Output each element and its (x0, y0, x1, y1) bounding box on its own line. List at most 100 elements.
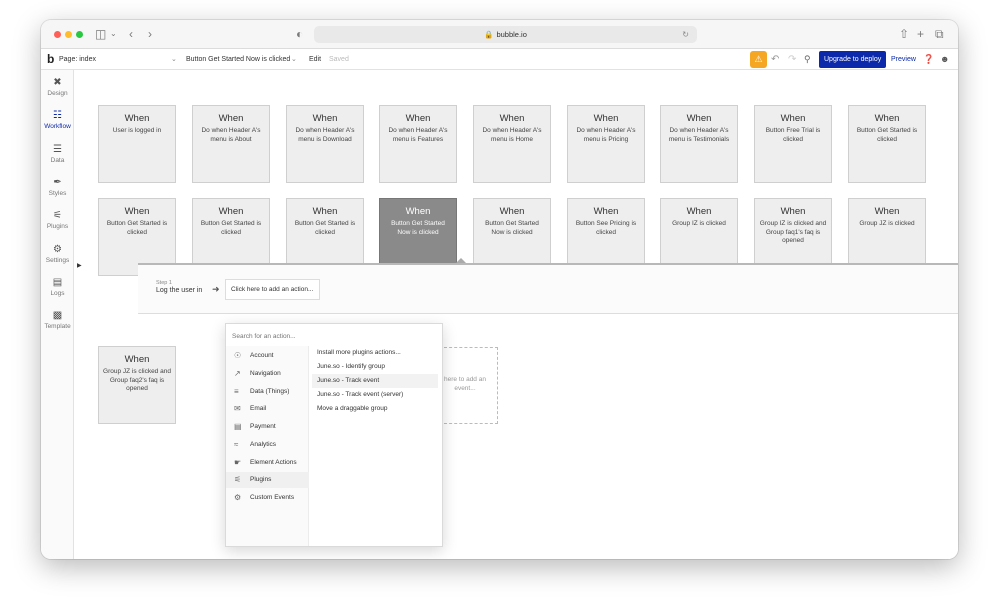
sidebar-item-label: Settings (45, 257, 70, 264)
event-card-title: When (218, 206, 244, 217)
address-bar[interactable]: 🔒 bubble.io ↻ (314, 26, 697, 43)
plugins-icon: ⚟ (234, 475, 242, 484)
event-card-title: When (405, 113, 431, 124)
category-label: Email (250, 405, 267, 412)
action-option[interactable]: June.so - Track event (server) (317, 388, 443, 402)
action-option[interactable]: June.so - Identify group (317, 360, 443, 374)
undo-icon[interactable]: ↶ (771, 49, 779, 70)
privacy-shield-icon[interactable]: ◐ (296, 26, 303, 42)
event-selector[interactable]: Button Get Started Now is clicked (186, 49, 290, 70)
data-icon: ☰ (53, 144, 62, 155)
event-card[interactable]: When Do when Header A's menu is Testimoni… (660, 105, 738, 183)
event-card-title: When (593, 206, 619, 217)
step-number: Step 1 (156, 280, 172, 286)
event-card[interactable]: When Do when Header A's menu is Home (473, 105, 551, 183)
category-label: Plugins (250, 476, 272, 483)
sidebar-item-styles[interactable]: ✒ Styles (41, 176, 74, 197)
plugins-icon: ⚟ (53, 210, 62, 221)
action-picker-dropdown: ☉ Account ↗ Navigation ≡ Data (Things) ✉ Ema… (225, 323, 443, 547)
sidebar-item-label: Logs (50, 290, 65, 297)
category-data[interactable]: ≡ Data (Things) (226, 384, 309, 400)
browser-toolbar: ◫ ⌄ ‹ › ◐ 🔒 bubble.io ↻ ⇧ + ⧉ (41, 20, 958, 49)
page-selector[interactable]: Page: index (59, 49, 96, 70)
category-account[interactable]: ☉ Account (226, 348, 309, 364)
action-option[interactable]: June.so - Track event (312, 374, 438, 388)
help-icon[interactable]: ❓ (923, 49, 934, 70)
event-card[interactable]: When User is logged in (98, 105, 176, 183)
sidebar-item-data[interactable]: ☰ Data (41, 143, 74, 164)
event-card-title: When (124, 113, 150, 124)
edit-menu[interactable]: Edit (309, 49, 321, 70)
event-card-text: Do when Header A's menu is Testimonials (668, 127, 730, 143)
back-icon[interactable]: ‹ (129, 26, 133, 42)
save-status: Saved (329, 56, 349, 63)
event-card[interactable]: When Group JZ is clicked and Group faq2's… (98, 346, 176, 424)
category-analytics[interactable]: ≈ Analytics (226, 437, 309, 453)
event-card-title: When (780, 113, 806, 124)
category-email[interactable]: ✉ Email (226, 401, 309, 417)
upgrade-button[interactable]: Upgrade to deploy (819, 51, 887, 68)
action-search-input[interactable] (232, 330, 438, 344)
sidebar-item-logs[interactable]: ▤ Logs (41, 276, 74, 297)
action-category-list: ☉ Account ↗ Navigation ≡ Data (Things) ✉ Ema… (226, 346, 309, 546)
sidebar-toggle-icon[interactable]: ◫ (95, 26, 106, 42)
database-icon: ≡ (234, 387, 239, 396)
category-label: Payment (250, 423, 276, 430)
event-card-title: When (686, 206, 712, 217)
issues-icon[interactable]: ⚠ (750, 51, 767, 68)
event-card[interactable]: When Do when Header A's menu is Download (286, 105, 364, 183)
reload-icon[interactable]: ↻ (682, 26, 689, 43)
chevron-down-icon[interactable]: ⌄ (171, 49, 177, 70)
minimize-window-button[interactable] (65, 31, 72, 38)
event-card[interactable]: When Do when Header A's menu is Features (379, 105, 457, 183)
event-card-title: When (124, 206, 150, 217)
event-card[interactable]: When Button Free Trial is clicked (754, 105, 832, 183)
category-navigation[interactable]: ↗ Navigation (226, 366, 309, 382)
action-option[interactable]: Install more plugins actions... (317, 346, 443, 360)
redo-icon[interactable]: ↷ (788, 49, 796, 70)
category-label: Analytics (250, 441, 277, 448)
chevron-down-icon[interactable]: ⌄ (291, 49, 297, 70)
sidebar-item-settings[interactable]: ⚙ Settings (41, 243, 74, 264)
sidebar-item-label: Template (44, 323, 71, 330)
event-card-title: When (405, 206, 431, 217)
event-card-title: When (218, 113, 244, 124)
step-label[interactable]: Log the user in (156, 287, 202, 294)
template-icon: ▩ (52, 310, 63, 321)
chevron-down-icon[interactable]: ⌄ (110, 26, 117, 42)
category-custom-events[interactable]: ⚙ Custom Events (226, 490, 309, 506)
sidebar-item-design[interactable]: ✖ Design (41, 76, 74, 97)
preview-button[interactable]: Preview (891, 49, 916, 70)
sidebar-expand-icon[interactable]: ▶ (77, 262, 82, 269)
event-card-title: When (780, 206, 806, 217)
add-event-hint: here to add an event... (444, 376, 486, 392)
maximize-window-button[interactable] (76, 31, 83, 38)
event-card[interactable]: When Button Get Started is clicked (848, 105, 926, 183)
event-card[interactable]: When Do when Header A's menu is Pricing (567, 105, 645, 183)
editor-sidebar: ✖ Design ☷ Workflow ☰ Data ✒ Styles ⚟ Pl… (41, 70, 74, 559)
bubble-logo[interactable]: b (47, 49, 54, 70)
category-payment[interactable]: ▤ Payment (226, 419, 309, 435)
event-card-title: When (874, 206, 900, 217)
add-action-button[interactable]: Click here to add an action... (225, 279, 320, 300)
forward-icon[interactable]: › (148, 26, 152, 42)
custom-events-icon: ⚙ (234, 493, 242, 502)
new-tab-icon[interactable]: + (917, 26, 924, 42)
action-option[interactable]: Move a draggable group (317, 402, 443, 416)
sidebar-item-workflow[interactable]: ☷ Workflow (41, 109, 74, 130)
logs-icon: ▤ (52, 277, 63, 288)
tab-overview-icon[interactable]: ⧉ (935, 26, 944, 42)
category-element-actions[interactable]: ☛ Element Actions (226, 455, 309, 471)
event-card[interactable]: When Do when Header A's menu is About (192, 105, 270, 183)
account-icon[interactable]: ☻ (940, 49, 949, 70)
close-window-button[interactable] (54, 31, 61, 38)
event-card-title: When (312, 206, 338, 217)
event-card-title: When (593, 113, 619, 124)
settings-icon: ⚙ (53, 244, 62, 255)
category-plugins[interactable]: ⚟ Plugins (226, 472, 309, 488)
search-icon[interactable]: ⚲ (804, 49, 811, 70)
sidebar-item-plugins[interactable]: ⚟ Plugins (41, 209, 74, 230)
workflow-canvas: When User is logged in When Do when Header… (82, 70, 958, 559)
sidebar-item-template[interactable]: ▩ Template (41, 309, 74, 330)
share-icon[interactable]: ⇧ (899, 26, 909, 42)
